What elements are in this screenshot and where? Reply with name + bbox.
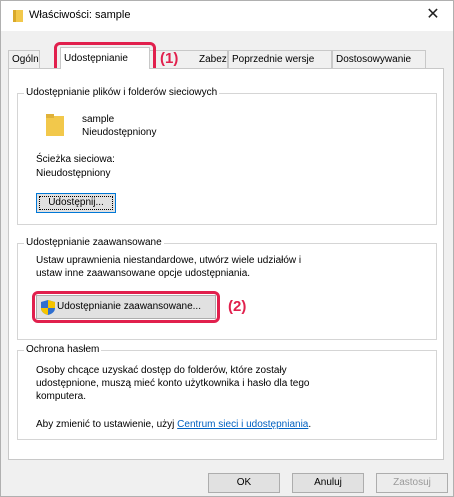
password-text-line-2: udostępnione, muszą mieć konto użytkowni… (36, 378, 310, 389)
callout-2: (2) (228, 298, 247, 315)
advanced-description-line-1: Ustaw uprawnienia niestandardowe, utwórz… (36, 255, 302, 266)
close-icon[interactable]: ✕ (421, 4, 445, 26)
shared-item-name: sample (82, 114, 115, 125)
group-title: Udostępnianie zaawansowane (24, 237, 164, 248)
title-bar: Właściwości: sample ✕ (1, 1, 453, 31)
group-title: Udostępnianie plików i folderów sieciowy… (24, 87, 220, 98)
ok-button[interactable]: OK (208, 473, 280, 493)
focus-ring (39, 196, 113, 210)
callout-1: (1) (160, 50, 179, 67)
password-change-text: Aby zmienić to ustawienie, użyj Centrum … (36, 419, 311, 430)
folder-icon (46, 114, 64, 136)
network-center-link[interactable]: Centrum sieci i udostępniania (177, 419, 308, 430)
password-text-line-1: Osoby chcące uzyskać dostęp do folderów,… (36, 365, 287, 376)
folder-icon (13, 10, 23, 22)
tab-sharing[interactable]: Udostępnianie (60, 47, 150, 69)
cancel-button[interactable]: Anuluj (292, 473, 364, 493)
advanced-description-line-2: ustaw inne zaawansowane opcje udostępnia… (36, 268, 251, 279)
password-change-prefix: Aby zmienić to ustawienie, użyj (36, 419, 178, 430)
network-path-label: Ścieżka sieciowa: (36, 154, 115, 165)
shared-item-status: Nieudostępniony (82, 127, 157, 138)
tab-general[interactable]: Ogólne (8, 50, 40, 68)
tab-customize[interactable]: Dostosowywanie (332, 50, 426, 68)
apply-button[interactable]: Zastosuj (376, 473, 448, 493)
highlight-advanced-sharing (32, 291, 220, 323)
network-path-value: Nieudostępniony (36, 168, 111, 179)
window-title: Właściwości: sample (29, 9, 131, 21)
share-button[interactable]: Udostępnij... (36, 193, 116, 213)
group-title: Ochrona hasłem (24, 344, 102, 355)
tab-previous-versions[interactable]: Poprzednie wersje (228, 50, 332, 68)
password-change-suffix: . (308, 419, 312, 430)
password-text-line-3: komputera. (36, 391, 87, 402)
